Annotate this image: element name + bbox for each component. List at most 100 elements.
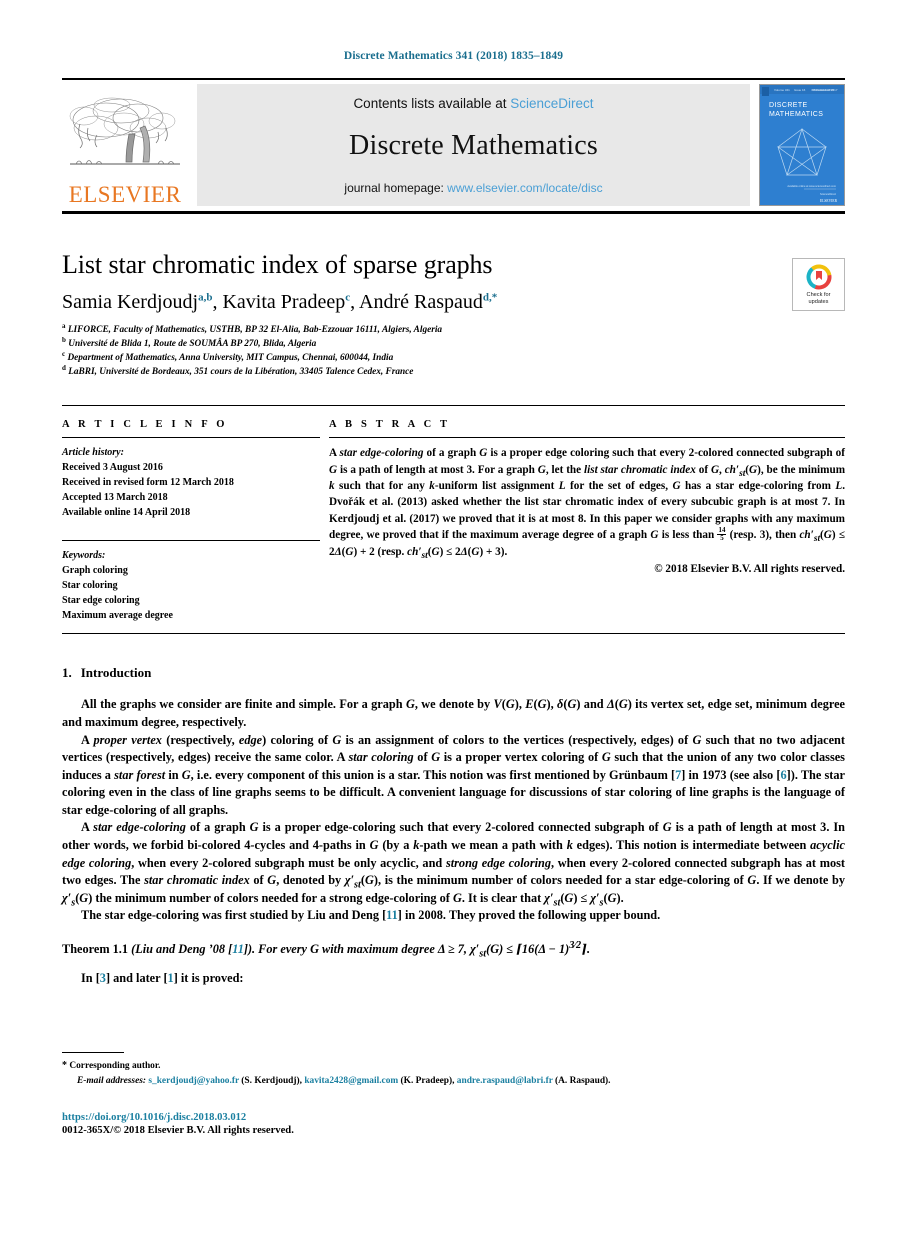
page-title: List star chromatic index of sparse grap… [62,250,493,279]
history-item: Received in revised form 12 March 2018 [62,477,234,489]
crossmark-label: Check for updates [807,292,831,305]
author-name: Kavita Pradeep [222,290,346,313]
email-owner: (K. Pradeep) [400,1076,453,1087]
affiliation-item: c Department of Mathematics, Anna Univer… [62,351,845,365]
svg-text:MATHEMATICS: MATHEMATICS [769,111,823,118]
info-abstract-rule-bottom [62,633,845,635]
journal-cover-thumbnail: Volume 341 Issue 16 15 December 2017 ISS… [759,84,845,206]
body-paragraph: All the graphs we consider are finite an… [62,697,846,729]
journal-band: Contents lists available at ScienceDirec… [197,84,750,206]
keyword-item: Graph coloring [62,565,128,577]
email-link[interactable]: s_kerdjoudj@yahoo.fr [148,1076,239,1086]
author-affil-marks: a,b [198,291,213,304]
email-owner: (A. Raspaud) [555,1076,609,1087]
info-abstract-rule-top [62,405,845,407]
theorem-label: Theorem 1.1 [62,941,129,956]
affiliation-text: Department of Mathematics, Anna Universi… [67,353,394,364]
theorem-1-1: Theorem 1.1 (Liu and Deng ’08 [11]). For… [62,939,591,960]
keyword-item: Star edge coloring [62,595,140,607]
keywords-group: Keywords: Graph coloring Star coloring S… [62,548,320,623]
affiliation-key: c [62,350,66,359]
asterisk-icon: * [62,1060,67,1071]
paper-page: Discrete Mathematics 341 (2018) 1835–184… [0,0,907,1238]
running-head: Discrete Mathematics 341 (2018) 1835–184… [343,50,564,62]
doi-link[interactable]: https://doi.org/10.1016/j.disc.2018.03.0… [62,1112,845,1123]
affiliation-item: b Université de Blida 1, Route de SOUMÂA… [62,336,845,351]
affiliation-item: d LaBRI, Université de Bordeaux, 351 cou… [62,365,845,379]
article-info-rule [62,437,320,439]
email-owner: (S. Kerdjoudj) [241,1076,300,1087]
svg-text:DISCRETE: DISCRETE [769,102,808,109]
body-paragraph: The star edge-coloring was first studied… [81,908,661,923]
journal-homepage-line: journal homepage: www.elsevier.com/locat… [344,181,602,195]
body-paragraph: A proper vertex (respectively, edge) col… [62,732,846,817]
history-item: Received 3 August 2016 [62,462,163,474]
keyword-item: Star coloring [62,580,118,592]
info-abstract-row: A R T I C L E I N F O Article history: R… [62,419,845,623]
footnote-block: * Corresponding author. E-mail addresses… [62,1052,845,1089]
elsevier-wordmark: ELSEVIER [68,182,182,207]
masthead-rule-bottom [62,211,845,214]
contents-lists-line: Contents lists available at ScienceDirec… [353,96,593,111]
keywords-label: Keywords: [62,550,106,562]
page-content: Discrete Mathematics 341 (2018) 1835–184… [62,0,845,988]
sciencedirect-link[interactable]: ScienceDirect [510,96,593,111]
affiliation-key: a [62,321,66,330]
svg-text:Issue 16: Issue 16 [794,88,806,92]
author-affil-marks: d,* [482,291,498,304]
svg-text:Volume 341: Volume 341 [774,88,790,92]
section-heading: 1. Introduction [62,665,845,681]
elsevier-logo: ELSEVIER [62,84,188,206]
article-info-column: A R T I C L E I N F O Article history: R… [62,419,320,623]
theorem-attribution-ref: 11 [232,941,244,956]
section-number: 1. [62,665,72,681]
email-link[interactable]: kavita2428@gmail.com [304,1076,398,1086]
abstract-copyright: © 2018 Elsevier B.V. All rights reserved… [654,562,845,575]
crossmark-badge[interactable]: Check for updates [792,258,845,311]
keyword-item: Maximum average degree [62,610,173,622]
masthead-rule-top [62,78,845,80]
history-item: Accepted 13 March 2018 [62,492,168,504]
crossmark-icon [806,264,831,290]
theorem-attribution-close: ]). [243,941,256,956]
journal-masthead: ELSEVIER Contents lists available at Sci… [62,84,845,206]
history-item: Available online 14 April 2018 [62,507,191,519]
journal-homepage-link[interactable]: www.elsevier.com/locate/disc [447,181,602,195]
author-name: André Raspaud [359,290,483,313]
svg-text:ELSEVIER: ELSEVIER [820,199,838,203]
journal-title: Discrete Mathematics [349,130,598,161]
title-block: Check for updates List star chromatic in… [62,250,845,379]
affiliation-text: LIFORCE, Faculty of Mathematics, USTHB, … [67,324,443,335]
abstract-heading: A B S T R A C T [329,419,451,431]
keywords-rule [62,540,320,542]
contents-lists-prefix: Contents lists available at [353,96,511,111]
affiliation-list: a LIFORCE, Faculty of Mathematics, USTHB… [62,321,845,380]
article-info-heading: A R T I C L E I N F O [62,419,228,431]
article-history-group: Article history: Received 3 August 2016 … [62,445,320,520]
affiliation-text: Université de Blida 1, Route de SOUMÂA B… [68,339,317,350]
abstract-rule [329,437,845,439]
theorem-attribution-open: (Liu and Deng ’08 [ [131,941,233,956]
author-name: Samia Kerdjoudj [62,290,199,313]
elsevier-tree-icon [66,94,184,182]
section-title: Introduction [80,665,152,681]
body-paragraph: A star edge-coloring of a graph G is a p… [62,820,845,909]
author-affil-marks: c [345,291,351,304]
corresponding-author-text: Corresponding author. [69,1061,161,1071]
article-history-label: Article history: [62,447,124,459]
svg-text:Available online at www.scienc: Available online at www.sciencedirect.co… [787,184,836,188]
email-link[interactable]: andre.raspaud@labri.fr [457,1076,553,1086]
issn-copyright-line: 0012-365X/© 2018 Elsevier B.V. All right… [62,1125,294,1136]
body-paragraph: In [3] and later [1] it is proved: [81,971,244,986]
footnote-rule [62,1052,124,1053]
doi-block: https://doi.org/10.1016/j.disc.2018.03.0… [62,1112,845,1136]
corresponding-author-note: * Corresponding author. [62,1058,845,1074]
homepage-prefix: journal homepage: [344,181,448,195]
crossmark-line-2: updates [808,298,829,305]
svg-text:ScienceDirect: ScienceDirect [820,192,836,196]
affiliation-key: d [62,364,66,373]
affiliation-text: LaBRI, Université de Bordeaux, 351 cours… [68,367,414,378]
abstract-column: A B S T R A C T A star edge-coloring of … [320,419,845,623]
abstract-text: A star edge-coloring of a graph G is a p… [329,447,846,561]
